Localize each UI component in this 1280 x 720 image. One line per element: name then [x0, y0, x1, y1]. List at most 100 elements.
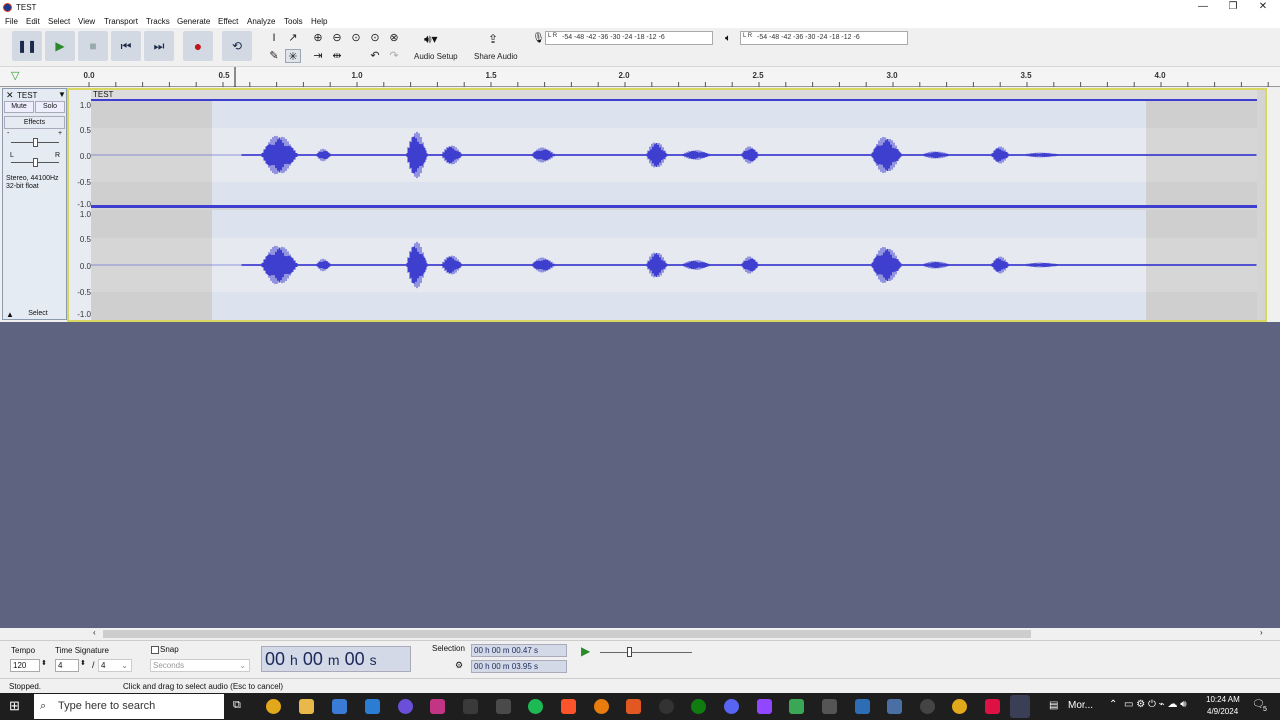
- gain-slider-handle[interactable]: [33, 138, 38, 147]
- skip-to-end-button[interactable]: ⏭: [144, 31, 174, 61]
- zoom-toggle-button[interactable]: ⊗: [386, 31, 402, 45]
- menu-select[interactable]: Select: [48, 17, 70, 26]
- play-at-speed-icon[interactable]: ▶: [581, 644, 590, 658]
- track-control-panel[interactable]: ✕ TEST ▼ Mute Solo Effects - + L R Stere…: [2, 88, 67, 320]
- pan-slider-handle[interactable]: [33, 158, 38, 167]
- timeline-ruler[interactable]: ▽ 0.0 0.5 1.0 1.5 2.0 2.5 3.0 3.5 4.0: [0, 67, 1280, 87]
- menu-view[interactable]: View: [78, 17, 95, 26]
- app-icon[interactable]: [626, 699, 641, 714]
- app-icon[interactable]: [887, 699, 902, 714]
- scroll-left-icon[interactable]: ‹: [93, 628, 96, 637]
- trim-button[interactable]: ⇥: [310, 49, 326, 63]
- fit-selection-button[interactable]: ⊙: [348, 31, 364, 45]
- spotify-icon[interactable]: [528, 699, 543, 714]
- file-explorer-icon[interactable]: [299, 699, 314, 714]
- selection-end-field[interactable]: 00 h 00 m 03.95 s: [471, 660, 567, 673]
- select-track-button[interactable]: Select: [17, 308, 59, 319]
- skip-to-start-button[interactable]: ⏮: [111, 31, 141, 61]
- microphone-icon[interactable]: 🎙︎: [532, 33, 545, 44]
- pause-button[interactable]: ❚❚: [12, 31, 42, 61]
- widgets-label[interactable]: Mor...: [1068, 700, 1093, 711]
- github-icon[interactable]: [920, 699, 935, 714]
- snap-checkbox[interactable]: [151, 646, 159, 654]
- instagram-icon[interactable]: [430, 699, 445, 714]
- tempo-input[interactable]: 120: [10, 659, 40, 672]
- record-button[interactable]: ●: [183, 31, 213, 61]
- clock-time[interactable]: 10:24 AM: [1206, 695, 1240, 704]
- effects-button[interactable]: Effects: [4, 116, 65, 129]
- record-meter[interactable]: L R -54 -48 -42 -36 -30 -24 -18 -12 -6: [545, 31, 713, 45]
- envelope-tool[interactable]: ↗: [285, 31, 301, 45]
- blender-icon[interactable]: [594, 699, 609, 714]
- track-menu-chevron-icon[interactable]: ▼: [58, 90, 66, 99]
- mute-button[interactable]: Mute: [4, 101, 34, 113]
- menu-tracks[interactable]: Tracks: [146, 17, 170, 26]
- zoom-out-button[interactable]: ⊖: [329, 31, 345, 45]
- ts-spinner-icon[interactable]: ⬍: [80, 659, 86, 667]
- close-track-icon[interactable]: ✕: [6, 90, 14, 101]
- task-view-icon[interactable]: ⧉: [233, 699, 241, 712]
- menu-analyze[interactable]: Analyze: [247, 17, 275, 26]
- chrome-icon[interactable]: [952, 699, 967, 714]
- selection-start-field[interactable]: 00 h 00 m 00.47 s: [471, 644, 567, 657]
- windows-start-icon[interactable]: ⊞: [9, 698, 20, 714]
- app-icon[interactable]: [496, 699, 511, 714]
- discord-icon[interactable]: [724, 699, 739, 714]
- multi-tool[interactable]: ✳: [285, 49, 301, 63]
- playback-speaker-icon[interactable]: 🔈︎: [725, 33, 731, 44]
- store-icon[interactable]: [332, 699, 347, 714]
- audio-setup-button[interactable]: 🔊︎▾ Audio Setup: [410, 30, 462, 64]
- twitch-icon[interactable]: [757, 699, 772, 714]
- app-icon[interactable]: [789, 699, 804, 714]
- menu-effect[interactable]: Effect: [218, 17, 238, 26]
- empty-workspace[interactable]: [0, 322, 1280, 628]
- menu-tools[interactable]: Tools: [284, 17, 303, 26]
- scrollbar-thumb[interactable]: [103, 630, 1031, 638]
- loop-button[interactable]: ⟲: [222, 31, 252, 61]
- audacity-taskbar-icon[interactable]: [1010, 695, 1030, 718]
- undo-button[interactable]: ↶: [367, 49, 383, 63]
- chevron-up-icon[interactable]: ⌃: [1109, 699, 1117, 710]
- collapse-track-icon[interactable]: ▲: [6, 310, 14, 319]
- snap-unit-select[interactable]: Seconds ⌄: [150, 659, 250, 672]
- waveform-canvas[interactable]: [91, 101, 1257, 320]
- selection-settings-icon[interactable]: ⚙: [455, 660, 463, 671]
- app-icon[interactable]: [985, 699, 1000, 714]
- tray-icons[interactable]: ▭ ⚙ ⏻ ⌁ ☁ 🔊︎: [1124, 699, 1187, 710]
- maximize-button[interactable]: ❐: [1216, 0, 1250, 15]
- silence-button[interactable]: ⇹: [329, 49, 345, 63]
- minimize-button[interactable]: —: [1186, 0, 1220, 15]
- close-window-button[interactable]: ✕: [1246, 0, 1280, 15]
- widgets-icon[interactable]: ▤: [1049, 700, 1058, 711]
- solo-button[interactable]: Solo: [35, 101, 65, 113]
- scroll-right-icon[interactable]: ›: [1260, 628, 1263, 637]
- menu-generate[interactable]: Generate: [177, 17, 210, 26]
- app-icon[interactable]: [398, 699, 413, 714]
- xbox-icon[interactable]: [691, 699, 706, 714]
- fit-project-button[interactable]: ⊙: [367, 31, 383, 45]
- chrome-icon[interactable]: [266, 699, 281, 714]
- clock-date[interactable]: 4/9/2024: [1207, 707, 1238, 716]
- play-button[interactable]: ▶: [45, 31, 75, 61]
- menu-transport[interactable]: Transport: [104, 17, 138, 26]
- track-waveform-area[interactable]: 1.0 0.5 0.0 -0.5 -1.0 1.0 0.5 0.0 -0.5 -…: [67, 88, 1267, 322]
- davinci-icon[interactable]: [855, 699, 870, 714]
- ts-denominator-select[interactable]: 4 ⌄: [98, 659, 132, 672]
- draw-tool[interactable]: ✎: [266, 49, 282, 63]
- app-icon[interactable]: [822, 699, 837, 714]
- selection-tool[interactable]: I: [266, 31, 282, 45]
- ts-numerator-input[interactable]: 4: [55, 659, 79, 672]
- time-display[interactable]: 00 h 00 m 00 s: [261, 646, 411, 672]
- play-speed-slider-handle[interactable]: [627, 647, 632, 657]
- redo-button[interactable]: ↷: [386, 49, 402, 63]
- playback-meter[interactable]: L R -54 -48 -42 -36 -30 -24 -18 -12 -6: [740, 31, 908, 45]
- app-icon[interactable]: [463, 699, 478, 714]
- share-audio-button[interactable]: ⇪ Share Audio: [468, 30, 522, 64]
- tempo-spinner-icon[interactable]: ⬍: [41, 659, 47, 667]
- menu-help[interactable]: Help: [311, 17, 327, 26]
- brave-icon[interactable]: [561, 699, 576, 714]
- horizontal-scrollbar[interactable]: ‹ ›: [0, 628, 1270, 640]
- clip-header[interactable]: TEST: [91, 90, 1257, 101]
- menu-file[interactable]: File: [5, 17, 18, 26]
- stop-button[interactable]: ■: [78, 31, 108, 61]
